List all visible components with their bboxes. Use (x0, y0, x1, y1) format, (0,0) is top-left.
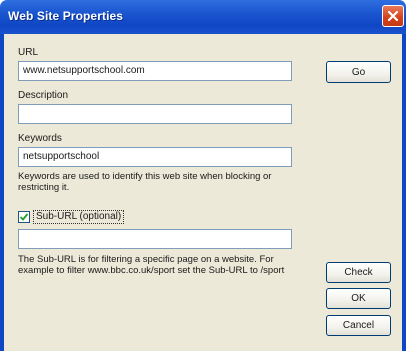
go-button[interactable]: Go (326, 61, 391, 83)
description-field[interactable] (18, 104, 292, 124)
keywords-hint: Keywords are used to identify this web s… (18, 171, 272, 193)
suburl-field[interactable] (18, 229, 292, 249)
cancel-button[interactable]: Cancel (326, 315, 391, 336)
suburl-checkbox[interactable] (18, 211, 30, 223)
suburl-checkbox-row[interactable]: Sub-URL (optional) (18, 210, 125, 224)
ok-button[interactable]: OK (326, 288, 391, 309)
url-field[interactable]: www.netsupportschool.com (18, 61, 292, 81)
window-title: Web Site Properties (8, 9, 124, 23)
keywords-field[interactable]: netsupportschool (18, 147, 292, 167)
description-label: Description (18, 90, 69, 101)
dialog-body: URL www.netsupportschool.com Go Descript… (4, 34, 402, 351)
checkmark-icon (19, 213, 29, 221)
title-bar: Web Site Properties (0, 0, 406, 34)
keywords-label: Keywords (18, 133, 62, 144)
close-button[interactable] (382, 5, 404, 27)
window-frame-right (402, 34, 406, 351)
suburl-hint: The Sub-URL is for filtering a specific … (18, 254, 285, 276)
check-button[interactable]: Check (326, 262, 391, 283)
suburl-checkbox-label[interactable]: Sub-URL (optional) (33, 210, 125, 224)
close-icon (387, 10, 399, 22)
url-label: URL (18, 47, 39, 58)
